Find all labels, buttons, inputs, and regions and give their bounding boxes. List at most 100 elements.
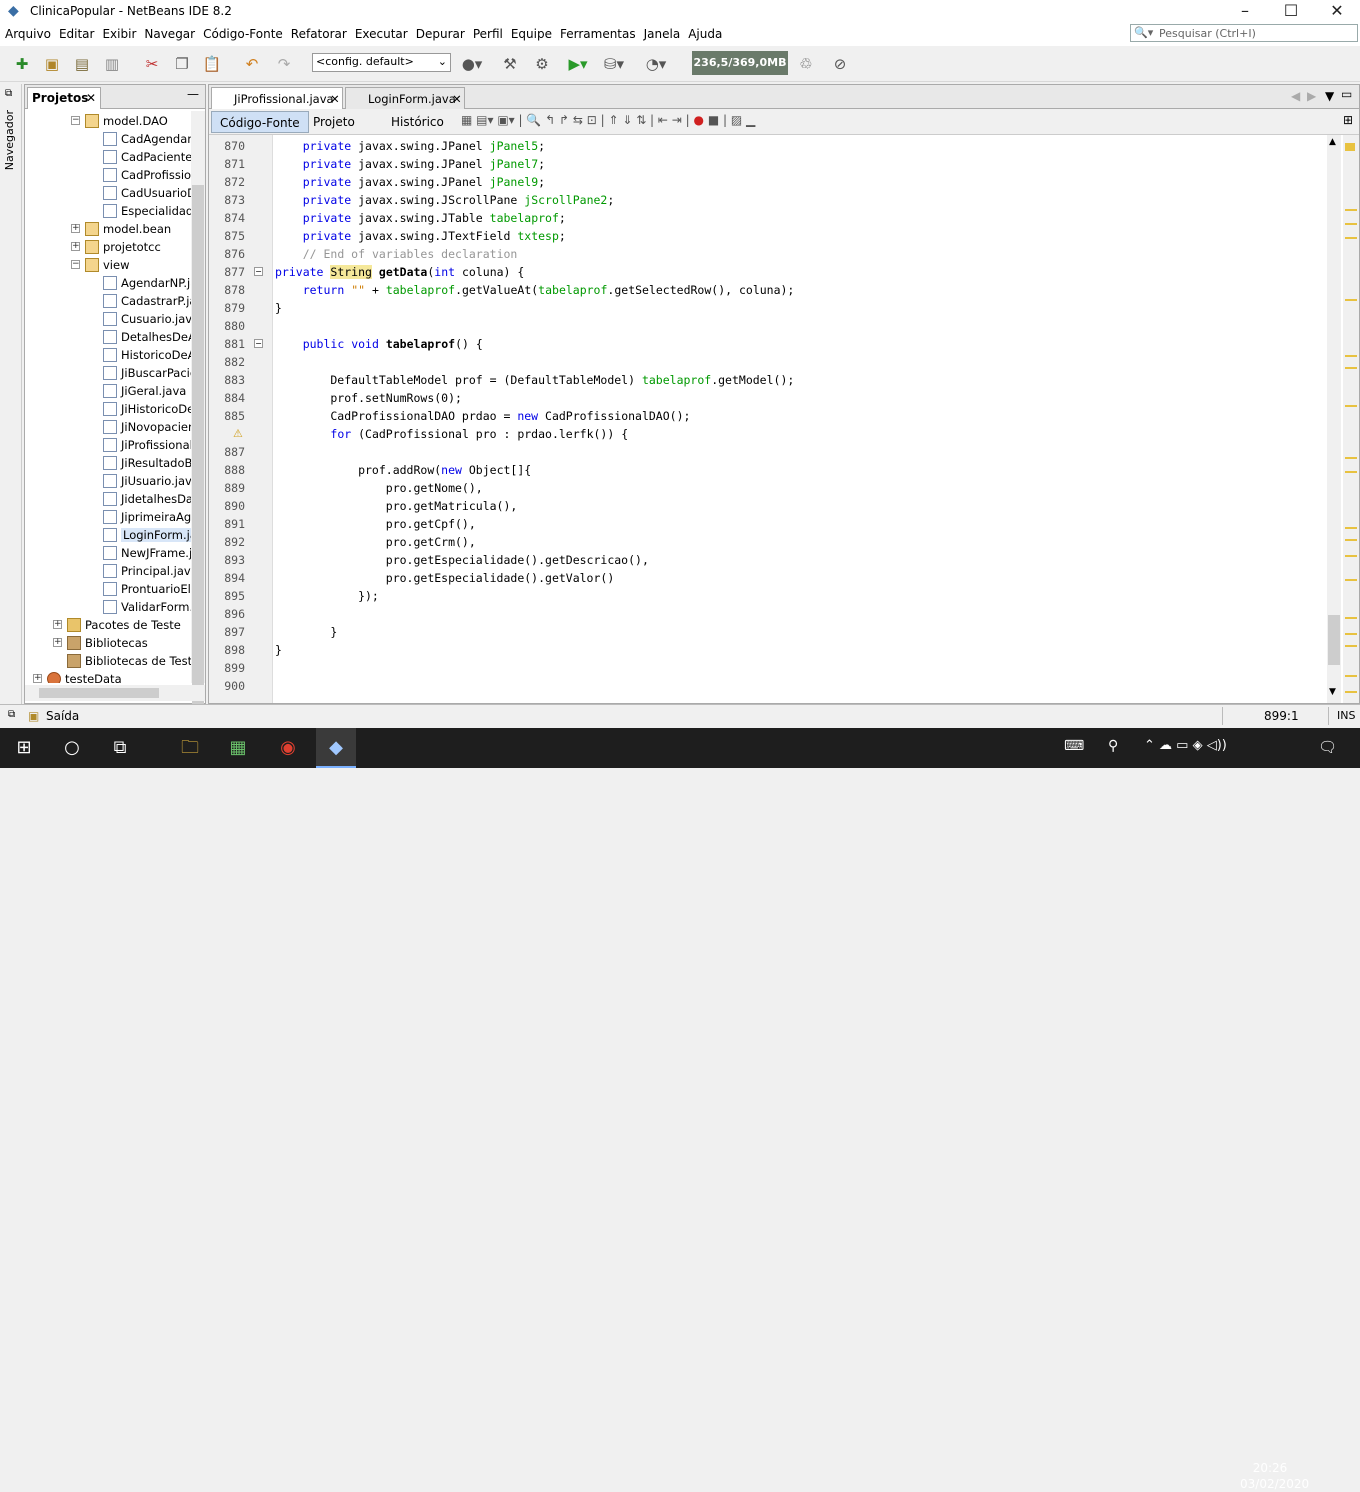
- menu-item-1[interactable]: Editar: [55, 24, 99, 41]
- tree-item[interactable]: JidetalhesDa: [103, 490, 191, 508]
- tree-hscroll-thumb[interactable]: [39, 688, 159, 698]
- code-line[interactable]: }: [275, 299, 282, 317]
- tree-item[interactable]: AgendarNP.ja: [103, 274, 191, 292]
- close-project-icon[interactable]: ▥: [100, 53, 124, 75]
- debug-icon[interactable]: ⛁▾: [602, 53, 626, 75]
- tree-item[interactable]: CadProfissior: [103, 166, 191, 184]
- tree-item[interactable]: view: [85, 256, 129, 274]
- close-icon[interactable]: ✕: [452, 92, 462, 106]
- tree-item[interactable]: DetalhesDeA: [103, 328, 191, 346]
- scroll-up-icon[interactable]: ▲: [1329, 137, 1336, 147]
- tree-item[interactable]: JiprimeiraAge: [103, 508, 191, 526]
- tab-design[interactable]: Projeto: [305, 111, 363, 133]
- tab-history[interactable]: Histórico: [383, 111, 452, 133]
- menu-item-5[interactable]: Refatorar: [287, 24, 351, 41]
- stop-monitor-icon[interactable]: ⊘: [828, 53, 852, 75]
- tree-item[interactable]: Principal.java: [103, 562, 191, 580]
- tree-item[interactable]: CadastrarP.ja: [103, 292, 191, 310]
- code-line[interactable]: private javax.swing.JPanel jPanel7;: [275, 155, 545, 173]
- maximize-editor-icon[interactable]: ▭: [1341, 87, 1352, 101]
- tab-jiprofissional[interactable]: JiProfissional.java ✕: [211, 87, 343, 109]
- expand-node-icon[interactable]: +: [71, 242, 80, 251]
- code-line[interactable]: }: [275, 641, 282, 659]
- expand-node-icon[interactable]: +: [53, 620, 62, 629]
- tree-item[interactable]: JiUsuario.jav: [103, 472, 191, 490]
- redo-icon[interactable]: ↷: [272, 53, 296, 75]
- navigator-tab[interactable]: Navegador: [3, 110, 19, 170]
- tree-scroll-thumb[interactable]: [192, 185, 204, 745]
- code-line[interactable]: private javax.swing.JPanel jPanel5;: [275, 137, 545, 155]
- tree-item[interactable]: testeData: [47, 670, 122, 683]
- collapse-node-icon[interactable]: −: [71, 260, 80, 269]
- menu-item-2[interactable]: Exibir: [98, 24, 140, 41]
- code-line[interactable]: pro.getNome(),: [275, 479, 483, 497]
- restore-icon[interactable]: ⧉: [5, 88, 12, 99]
- fold-icon[interactable]: −: [254, 339, 263, 348]
- code-line[interactable]: pro.getMatricula(),: [275, 497, 518, 515]
- tree-item[interactable]: JiNovopacien: [103, 418, 191, 436]
- tree-item[interactable]: Especialidade: [103, 202, 191, 220]
- close-icon[interactable]: ✕: [330, 92, 340, 106]
- tree-item[interactable]: CadAgendam: [103, 130, 191, 148]
- cortana-search-icon[interactable]: ○: [52, 732, 92, 764]
- close-icon[interactable]: ✕: [86, 91, 96, 105]
- build-hammer-icon[interactable]: ⚒: [498, 53, 522, 75]
- windows-start-icon[interactable]: ⊞: [4, 732, 44, 764]
- editor-scroll-thumb[interactable]: [1328, 615, 1340, 665]
- code-area[interactable]: private javax.swing.JPanel jPanel5; priv…: [273, 135, 1325, 703]
- chrome-icon[interactable]: ◉: [268, 732, 308, 764]
- menu-item-12[interactable]: Ajuda: [684, 24, 726, 41]
- scroll-tabs-right-icon[interactable]: ▶: [1307, 89, 1316, 103]
- tree-item[interactable]: ValidarForm.j: [103, 598, 191, 616]
- system-tray-icons[interactable]: ⌃ ☁ ▭ ◈ ◁)): [1144, 738, 1227, 753]
- split-editor-icon[interactable]: ⊞: [1343, 113, 1353, 127]
- output-tab[interactable]: Saída: [46, 709, 79, 723]
- code-line[interactable]: private javax.swing.JScrollPane jScrollP…: [275, 191, 615, 209]
- tree-item[interactable]: JiProfissional: [103, 436, 191, 454]
- code-line[interactable]: private String getData(int coluna) {: [275, 263, 524, 281]
- run-icon[interactable]: ▶▾: [566, 53, 590, 75]
- open-project-icon[interactable]: ▤: [70, 53, 94, 75]
- code-line[interactable]: pro.getEspecialidade().getValor(): [275, 569, 615, 587]
- profile-icon[interactable]: ◔▾: [644, 53, 668, 75]
- expand-node-icon[interactable]: +: [33, 674, 42, 683]
- minimize-panel-icon[interactable]: —: [187, 87, 199, 101]
- file-explorer-icon[interactable]: 🗀: [170, 732, 210, 764]
- cut-icon[interactable]: ✂: [140, 53, 164, 75]
- code-line[interactable]: }: [275, 623, 337, 641]
- restore-icon[interactable]: ⧉: [8, 709, 15, 720]
- close-window-button[interactable]: ✕: [1314, 0, 1360, 24]
- menu-item-8[interactable]: Perfil: [469, 24, 507, 41]
- code-line[interactable]: for (CadProfissional pro : prdao.lerfk()…: [275, 425, 628, 443]
- menu-item-6[interactable]: Executar: [351, 24, 412, 41]
- code-line[interactable]: CadProfissionalDAO prdao = new CadProfis…: [275, 407, 690, 425]
- tree-item[interactable]: projetotcc: [85, 238, 161, 256]
- globe-icon[interactable]: ●▾: [460, 53, 484, 75]
- undo-icon[interactable]: ↶: [240, 53, 264, 75]
- tab-source[interactable]: Código-Fonte: [211, 111, 309, 133]
- code-line[interactable]: DefaultTableModel prof = (DefaultTableMo…: [275, 371, 794, 389]
- menu-item-3[interactable]: Navegar: [140, 24, 199, 41]
- code-line[interactable]: pro.getCpf(),: [275, 515, 476, 533]
- collapse-node-icon[interactable]: −: [71, 116, 80, 125]
- paste-icon[interactable]: 📋: [200, 53, 224, 75]
- clock[interactable]: 20:26 03/02/2020: [1240, 1460, 1309, 1492]
- show-opened-documents-icon[interactable]: ▼: [1325, 89, 1334, 103]
- scroll-tabs-left-icon[interactable]: ◀: [1291, 89, 1300, 103]
- code-line[interactable]: prof.addRow(new Object[]{: [275, 461, 531, 479]
- tree-item[interactable]: LoginForm.ja: [103, 526, 191, 544]
- warning-summary-icon[interactable]: [1345, 143, 1355, 151]
- menu-item-4[interactable]: Código-Fonte: [199, 24, 287, 41]
- warning-icon[interactable]: ⚠: [233, 427, 243, 440]
- config-select[interactable]: <config. default> ⌄: [312, 53, 451, 72]
- tree-item[interactable]: Bibliotecas: [67, 634, 148, 652]
- code-line[interactable]: public void tabelaprof() {: [275, 335, 483, 353]
- menu-item-7[interactable]: Depurar: [412, 24, 469, 41]
- fold-icon[interactable]: −: [254, 267, 263, 276]
- tree-item[interactable]: model.DAO: [85, 112, 168, 130]
- tree-item[interactable]: HistoricoDeA: [103, 346, 191, 364]
- minimize-button[interactable]: –: [1222, 0, 1268, 24]
- tree-item[interactable]: Bibliotecas de Testes: [67, 652, 191, 670]
- tree-item[interactable]: JiResultadoBu: [103, 454, 191, 472]
- clean-build-icon[interactable]: ⚙: [530, 53, 554, 75]
